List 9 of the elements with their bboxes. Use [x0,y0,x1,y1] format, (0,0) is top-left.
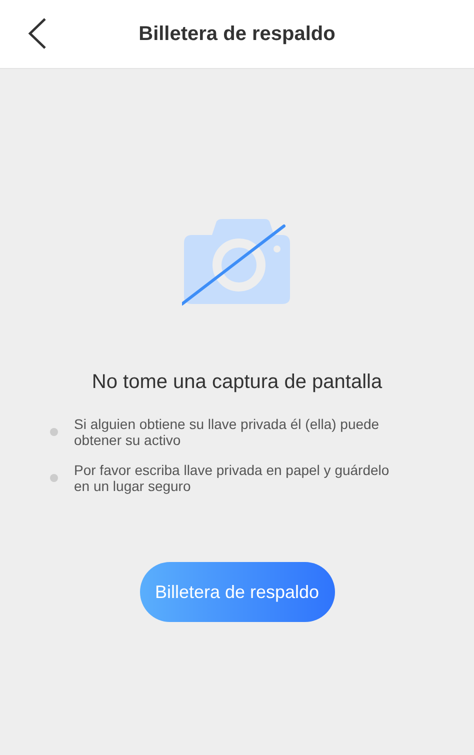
tip-text: Si alguien obtiene su llave privada él (ella) puede obtener su activo [74,416,380,448]
page-title: Billetera de respaldo [138,22,336,46]
camera-crossed-icon [182,217,292,307]
warning-heading: No tome una captura de pantalla [92,371,382,394]
backup-wallet-button[interactable]: Billetera de respaldo [140,562,334,622]
bullet-icon [50,474,58,482]
bullet-icon [50,428,58,436]
back-icon[interactable] [27,18,47,49]
tip-text: Por favor escriba llave privada en papel y guárdelo en un lugar seguro [74,462,390,494]
